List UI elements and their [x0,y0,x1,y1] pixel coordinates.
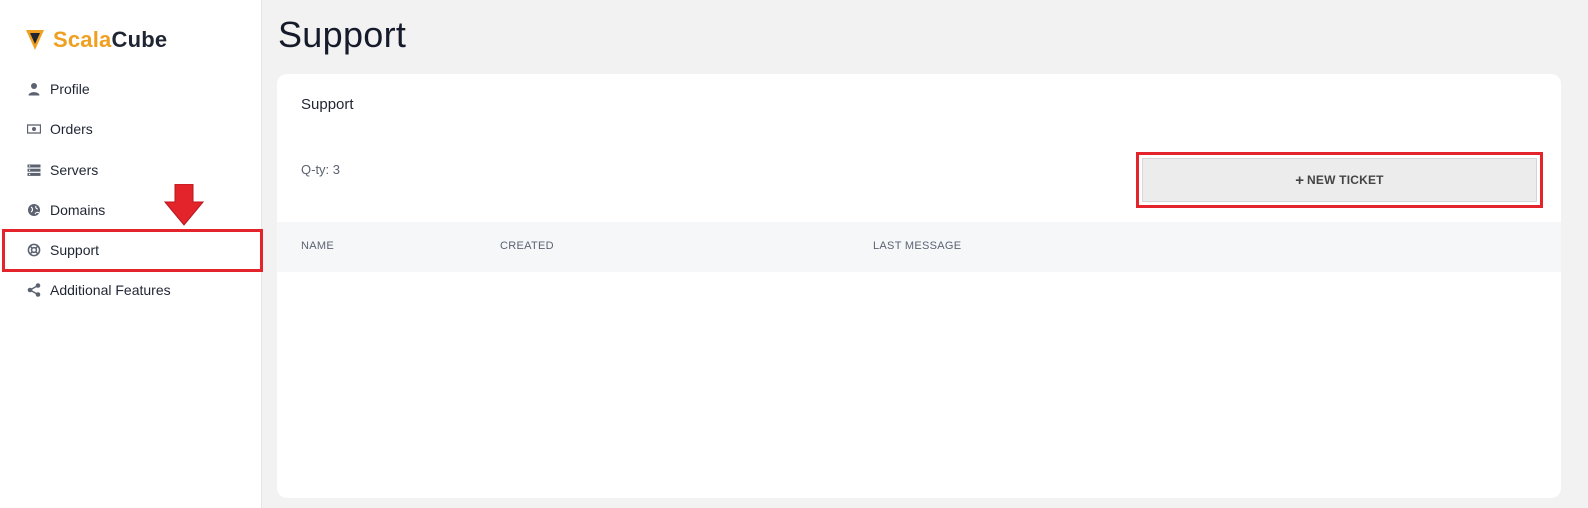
sidebar-item-label: Additional Features [50,282,171,298]
column-header-created[interactable]: CREATED [500,240,554,252]
ticket-count: Q-ty: 3 [301,162,341,177]
sidebar-item-label: Servers [50,162,99,178]
column-header-name[interactable]: NAME [301,240,334,252]
money-icon [27,122,41,136]
brand-name-part1: Scala [53,27,112,52]
lifering-icon [27,243,41,257]
globe-icon [27,203,41,217]
sidebar-item-additional-features[interactable]: Additional Features [0,270,262,310]
sidebar: ScalaCube Profile Orders Servers Domains… [0,0,262,508]
table-header: NAME CREATED LAST MESSAGE [277,222,1561,272]
sidebar-item-orders[interactable]: Orders [0,109,262,149]
user-icon [27,82,41,96]
column-header-last-message[interactable]: LAST MESSAGE [873,240,961,252]
plus-icon: + [1295,171,1305,189]
new-ticket-button[interactable]: + NEW TICKET [1142,158,1537,202]
brand-name-part2: Cube [111,27,168,52]
page-title: Support [278,14,407,55]
new-ticket-highlight-box: + NEW TICKET [1136,152,1543,208]
sidebar-item-servers[interactable]: Servers [0,150,262,190]
support-card: Support Q-ty: 3 + NEW TICKET NAME CREATE… [277,74,1561,498]
sidebar-item-support[interactable]: Support [0,230,262,270]
card-title: Support [301,96,354,113]
sidebar-item-label: Domains [50,202,106,218]
sidebar-item-label: Support [50,242,100,258]
share-icon [27,283,41,297]
brand-name: ScalaCube [53,27,167,53]
brand-logo[interactable]: ScalaCube [26,26,167,54]
new-ticket-label: NEW TICKET [1307,173,1384,187]
server-icon [27,163,41,177]
sidebar-item-domains[interactable]: Domains [0,190,262,230]
sidebar-item-profile[interactable]: Profile [0,69,262,109]
sidebar-item-label: Profile [50,81,90,97]
sidebar-item-label: Orders [50,121,93,137]
logo-icon [26,30,44,50]
